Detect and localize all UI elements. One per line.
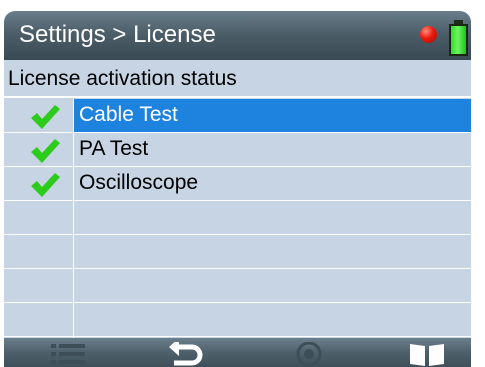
license-name: PA Test: [79, 137, 149, 160]
book-icon[interactable]: [408, 342, 446, 366]
list-item[interactable]: PA Test: [4, 133, 471, 167]
license-name: Oscilloscope: [79, 171, 199, 194]
empty-row: [4, 235, 471, 269]
back-arrow-icon[interactable]: [166, 342, 206, 366]
list-item[interactable]: Oscilloscope: [4, 167, 471, 201]
list-item-cell: Cable Test: [74, 99, 471, 132]
license-name: Cable Test: [79, 103, 178, 126]
empty-row: [4, 201, 471, 235]
page-title: Settings > License: [19, 21, 216, 48]
title-bar: Settings > License: [4, 11, 471, 60]
empty-row: [4, 303, 471, 337]
checkmark-icon: [31, 105, 60, 129]
checkmark-icon: [31, 139, 60, 163]
status-indicator-icon: [420, 26, 437, 43]
bottom-toolbar: [4, 338, 471, 367]
list-icon[interactable]: [51, 342, 85, 366]
checkmark-icon: [31, 173, 60, 197]
list-item-cell: Oscilloscope: [74, 167, 471, 200]
list-item[interactable]: Cable Test: [4, 99, 471, 133]
empty-row: [4, 269, 471, 303]
list-item-cell: PA Test: [74, 133, 471, 166]
column-divider: [73, 99, 74, 341]
battery-icon: [449, 20, 468, 56]
touch-icon[interactable]: [295, 342, 323, 366]
license-list: Cable Test PA Test Oscilloscope: [4, 99, 471, 341]
device-screen: Settings > License License activation st…: [4, 11, 471, 367]
section-divider: [4, 96, 471, 98]
section-title: License activation status: [8, 67, 237, 90]
